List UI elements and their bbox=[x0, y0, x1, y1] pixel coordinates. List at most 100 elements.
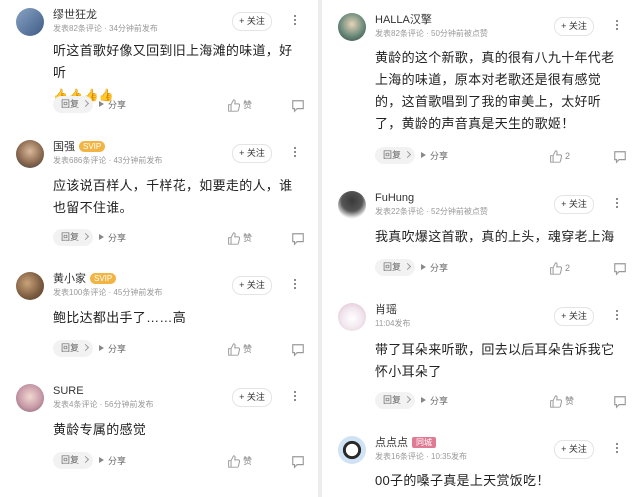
reply-button[interactable]: 回复 bbox=[375, 392, 415, 409]
chevron-right-icon bbox=[81, 343, 90, 352]
more-icon[interactable] bbox=[614, 18, 620, 34]
follow-button[interactable]: + 关注 bbox=[232, 12, 272, 31]
share-icon bbox=[99, 345, 104, 351]
follow-button[interactable]: + 关注 bbox=[232, 276, 272, 295]
thumb-up-icon bbox=[550, 395, 563, 408]
more-icon[interactable] bbox=[292, 389, 298, 405]
reply-button[interactable]: 回复 bbox=[375, 259, 415, 276]
more-icon[interactable] bbox=[292, 277, 298, 293]
username[interactable]: SURE bbox=[53, 384, 84, 398]
avatar[interactable] bbox=[338, 13, 366, 41]
comment-actions: 回复 分享 2 bbox=[375, 147, 627, 165]
comment-text: 黄龄的这个新歌，真的很有八九十年代老上海的味道，原本对老歌还是很有感觉的，这首歌… bbox=[375, 50, 615, 131]
comment-icon[interactable] bbox=[291, 97, 305, 113]
thumb-up-icon bbox=[550, 150, 563, 163]
more-icon[interactable] bbox=[614, 196, 620, 212]
comment-meta: 发表82条评论 · 34分钟前发布 bbox=[53, 24, 158, 33]
avatar[interactable] bbox=[16, 8, 44, 36]
thumb-up-icon bbox=[228, 232, 241, 245]
like-button[interactable]: 2 bbox=[549, 259, 570, 277]
avatar[interactable] bbox=[338, 436, 366, 464]
avatar[interactable] bbox=[16, 384, 44, 412]
avatar[interactable] bbox=[16, 140, 44, 168]
comment-meta: 11:04发布 bbox=[375, 319, 411, 328]
comment-meta: 发表4条评论 · 56分钟前发布 bbox=[53, 400, 154, 409]
comment-column-right: HALLA汉擎 发表82条评论 · 50分钟前被点赞 + 关注 黄龄的这个新歌，… bbox=[322, 0, 640, 497]
username[interactable]: 肖瑶 bbox=[375, 303, 397, 317]
share-button[interactable]: 分享 bbox=[99, 454, 131, 468]
username[interactable]: HALLA汉擎 bbox=[375, 13, 432, 27]
like-button[interactable]: 赞 bbox=[227, 229, 252, 247]
avatar[interactable] bbox=[338, 303, 366, 331]
more-icon[interactable] bbox=[614, 308, 620, 324]
comment-actions: 回复 分享 赞 bbox=[53, 229, 305, 247]
follow-button[interactable]: + 关注 bbox=[554, 307, 594, 326]
share-button[interactable]: 分享 bbox=[99, 231, 131, 245]
comment-text: 我真吹爆这首歌，真的上头，魂穿老上海 bbox=[375, 229, 615, 244]
reply-button[interactable]: 回复 bbox=[53, 96, 93, 113]
comment-text: 黄龄专属的感觉 bbox=[53, 422, 147, 437]
comment-text: 鲍比达都出手了……高 bbox=[53, 310, 186, 325]
thumb-up-icon bbox=[228, 343, 241, 356]
comment-meta: 发表82条评论 · 50分钟前被点赞 bbox=[375, 29, 488, 38]
comment-text: 带了耳朵来听歌，回去以后耳朵告诉我它怀小耳朵了 bbox=[375, 342, 615, 379]
follow-button[interactable]: + 关注 bbox=[232, 144, 272, 163]
like-button[interactable]: 赞 bbox=[227, 340, 252, 358]
comment-icon[interactable] bbox=[291, 230, 305, 246]
chevron-right-icon bbox=[403, 150, 412, 159]
share-button[interactable]: 分享 bbox=[421, 394, 453, 408]
comment-icon[interactable] bbox=[613, 393, 627, 409]
username[interactable]: 国强 SVIP bbox=[53, 140, 106, 154]
share-icon bbox=[99, 457, 104, 463]
reply-button[interactable]: 回复 bbox=[53, 452, 93, 469]
username[interactable]: 缪世狂龙 bbox=[53, 8, 97, 22]
username[interactable]: 黄小家 SVIP bbox=[53, 272, 117, 286]
comment-column-left: 缪世狂龙 发表82条评论 · 34分钟前发布 + 关注 听这首歌好像又回到旧上海… bbox=[0, 0, 318, 497]
comment-meta: 发表22条评论 · 52分钟前被点赞 bbox=[375, 207, 488, 216]
avatar[interactable] bbox=[16, 272, 44, 300]
like-button[interactable]: 赞 bbox=[227, 96, 252, 114]
follow-button[interactable]: + 关注 bbox=[232, 388, 272, 407]
share-button[interactable]: 分享 bbox=[99, 98, 131, 112]
comment-icon[interactable] bbox=[613, 260, 627, 276]
reply-button[interactable]: 回复 bbox=[375, 147, 415, 164]
follow-button[interactable]: + 关注 bbox=[554, 17, 594, 36]
share-icon bbox=[421, 397, 426, 403]
reply-button[interactable]: 回复 bbox=[53, 340, 93, 357]
username[interactable]: FuHung bbox=[375, 191, 414, 205]
follow-button[interactable]: + 关注 bbox=[554, 440, 594, 459]
like-button[interactable]: 赞 bbox=[549, 392, 574, 410]
share-icon bbox=[99, 234, 104, 240]
comment-text: 00子的嗓子真是上天赏饭吃！ bbox=[375, 473, 550, 488]
comment-meta: 发表686条评论 · 43分钟前发布 bbox=[53, 156, 163, 165]
like-button[interactable]: 2 bbox=[549, 147, 570, 165]
comment-meta: 发表100条评论 · 45分钟前发布 bbox=[53, 288, 163, 297]
chevron-right-icon bbox=[81, 99, 90, 108]
follow-button[interactable]: + 关注 bbox=[554, 195, 594, 214]
more-icon[interactable] bbox=[292, 13, 298, 29]
username[interactable]: 点点点 同城 bbox=[375, 436, 436, 450]
thumb-up-icon bbox=[228, 99, 241, 112]
chevron-right-icon bbox=[403, 395, 412, 404]
share-button[interactable]: 分享 bbox=[421, 261, 453, 275]
share-button[interactable]: 分享 bbox=[421, 149, 453, 163]
reply-button[interactable]: 回复 bbox=[53, 229, 93, 246]
comment-icon[interactable] bbox=[291, 341, 305, 357]
thumb-up-icon bbox=[228, 455, 241, 468]
comment-meta: 发表16条评论 · 10:35发布 bbox=[375, 452, 468, 461]
like-button[interactable]: 赞 bbox=[227, 452, 252, 470]
comment-actions: 回复 分享 2 bbox=[375, 259, 627, 277]
svip-badge: SVIP bbox=[79, 141, 106, 152]
comment-actions: 回复 分享 赞 bbox=[53, 340, 305, 358]
thumb-up-icon bbox=[550, 262, 563, 275]
share-icon bbox=[421, 152, 426, 158]
more-icon[interactable] bbox=[292, 145, 298, 161]
share-button[interactable]: 分享 bbox=[99, 342, 131, 356]
share-icon bbox=[99, 101, 104, 107]
more-icon[interactable] bbox=[614, 441, 620, 457]
comment-actions: 回复 分享 赞 bbox=[53, 452, 305, 470]
comment-icon[interactable] bbox=[291, 453, 305, 469]
avatar[interactable] bbox=[338, 191, 366, 219]
chevron-right-icon bbox=[403, 262, 412, 271]
comment-icon[interactable] bbox=[613, 148, 627, 164]
